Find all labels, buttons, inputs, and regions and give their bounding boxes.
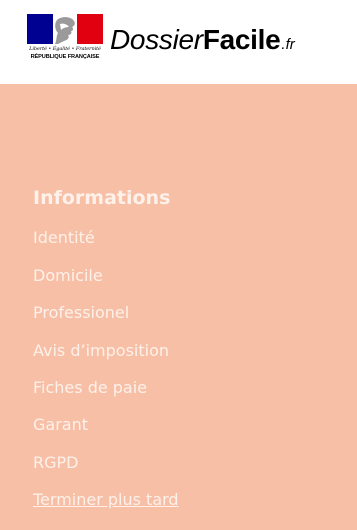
brand-part1: Dossier (110, 24, 203, 55)
republique-devise: Liberté • Égalité • Fraternité (29, 46, 101, 52)
site-header: Liberté • Égalité • Fraternité RÉPUBLIQU… (0, 0, 357, 84)
menu-item-identite[interactable]: Identité (33, 228, 95, 247)
side-menu: Informations Identité Domicile Professio… (0, 84, 357, 530)
finish-later-link[interactable]: Terminer plus tard (33, 490, 179, 509)
menu-item-fiches-de-paie[interactable]: Fiches de paie (33, 378, 147, 397)
brand-tld: .fr (281, 36, 295, 53)
dossierfacile-logo[interactable]: DossierFacile.fr (110, 24, 295, 58)
menu-item-professionel[interactable]: Professionel (33, 303, 129, 322)
menu-item-rgpd[interactable]: RGPD (33, 453, 78, 472)
menu-item-garant[interactable]: Garant (33, 415, 88, 434)
menu-item-domicile[interactable]: Domicile (33, 266, 103, 285)
brand-part2: Facile (202, 24, 281, 55)
marianne-flag-icon (27, 14, 103, 44)
menu-title: Informations (33, 187, 171, 209)
republique-francaise-logo[interactable]: Liberté • Égalité • Fraternité RÉPUBLIQU… (27, 14, 103, 66)
menu-item-avis-imposition[interactable]: Avis d’imposition (33, 341, 169, 360)
republique-name: RÉPUBLIQUE FRANÇAISE (30, 54, 100, 60)
